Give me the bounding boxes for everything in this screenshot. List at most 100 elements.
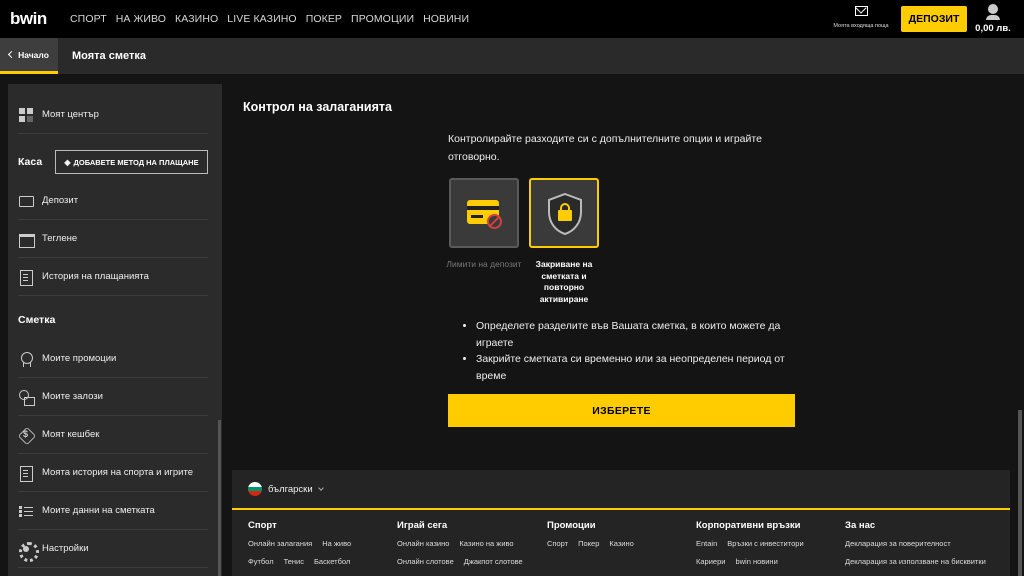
balance-amount: 0,00 лв.	[975, 23, 1011, 34]
sidebar-item-my-center[interactable]: Моят център	[18, 96, 208, 134]
bullet-item: Определете разделите във Вашата сметка, …	[476, 318, 802, 351]
footer-link[interactable]: bwin новини	[735, 557, 777, 566]
bulgaria-flag-icon	[248, 482, 262, 496]
footer-link[interactable]: Джакпот слотове	[464, 557, 523, 566]
sidebar-item-label: Депозит	[42, 195, 79, 206]
info-bullets: Определете разделите във Вашата сметка, …	[462, 318, 802, 384]
sidebar-item-label: Моите данни на сметката	[42, 505, 155, 516]
option-account-closure-label: Закриване на сметката и повторно активир…	[535, 259, 593, 304]
footer-heading: За нас	[845, 520, 876, 531]
footer-link[interactable]: На живо	[322, 539, 351, 548]
sidebar-item-label: История на плащанията	[42, 271, 149, 282]
nav-sport[interactable]: СПОРТ	[70, 13, 107, 25]
page-scrollbar[interactable]	[1018, 410, 1022, 576]
footer-link[interactable]: Онлайн залагания	[248, 539, 312, 548]
inbox-button[interactable]: Моята входяща поща	[832, 4, 890, 29]
card-icon	[18, 193, 34, 209]
footer-link[interactable]: Футбол	[248, 557, 274, 566]
footer-link[interactable]: Декларация за използване на бисквитки	[845, 557, 986, 566]
footer-column-corporate: Корпоративни връзки Entain Връзки с инвес…	[696, 520, 804, 575]
top-navbar: bwin СПОРТ НА ЖИВО КАЗИНО LIVE КАЗИНО ПО…	[0, 0, 1024, 38]
option-deposit-limits-label: Лимити на депозит	[446, 259, 522, 269]
page-title: Моята сметка	[72, 50, 146, 62]
wallet-icon	[18, 231, 35, 248]
footer-column-promotions: Промоции Спорт Покер Казино	[547, 520, 634, 557]
document-icon	[18, 269, 34, 286]
footer-link[interactable]: Спорт	[547, 539, 568, 548]
history-icon	[18, 465, 34, 482]
footer-divider	[232, 508, 1010, 510]
back-label: Начало	[18, 49, 49, 60]
footer-link[interactable]: Покер	[578, 539, 599, 548]
section-title: Контрол на залаганията	[243, 100, 392, 114]
footer-column-about: За нас Декларация за поверителност Декла…	[845, 520, 986, 575]
sidebar-item-label: Моите промоции	[42, 353, 117, 364]
sidebar-item-my-bets[interactable]: Моите залози	[18, 378, 208, 416]
add-payment-label: ДОБАВЕТЕ МЕТОД НА ПЛАЩАНЕ	[73, 157, 199, 167]
account-heading: Сметка	[18, 314, 56, 326]
blocked-icon	[487, 214, 502, 229]
choose-button[interactable]: ИЗБЕРЕТЕ	[448, 394, 795, 427]
sidebar-item-label: Настройки	[42, 543, 89, 554]
nav-news[interactable]: НОВИНИ	[423, 13, 469, 25]
footer-link[interactable]: Баскетбол	[314, 557, 350, 566]
footer-link[interactable]: Казино	[609, 539, 633, 548]
account-sidebar: Моят център Каса ◈ ДОБАВЕТЕ МЕТОД НА ПЛА…	[8, 84, 222, 576]
sidebar-item-label: Моят кешбек	[42, 429, 100, 440]
sidebar-item-history[interactable]: Моята история на спорта и игрите	[18, 454, 208, 492]
back-home-button[interactable]: Начало	[0, 38, 58, 74]
nav-live[interactable]: НА ЖИВО	[116, 13, 166, 25]
footer-heading: Корпоративни връзки	[696, 520, 801, 531]
sidebar-item-label: Теглене	[42, 233, 78, 244]
account-button[interactable]: 0,00 лв.	[972, 4, 1014, 34]
sidebar-item-promotions[interactable]: Моите промоции	[18, 340, 208, 378]
footer-link[interactable]: Entain	[696, 539, 717, 548]
deposit-button[interactable]: ДЕПОЗИТ	[901, 6, 967, 32]
nav-poker[interactable]: ПОКЕР	[306, 13, 342, 25]
cashier-heading: Каса	[18, 156, 43, 168]
option-deposit-limits[interactable]	[449, 178, 519, 248]
bets-icon	[18, 389, 35, 406]
cashback-icon	[18, 427, 34, 443]
list-icon	[18, 503, 34, 519]
sidebar-item-account-details[interactable]: Моите данни на сметката	[18, 492, 208, 530]
sidebar-item-deposit[interactable]: Депозит	[18, 182, 208, 220]
plus-icon: ◈	[64, 157, 71, 167]
footer-link[interactable]: Онлайн казино	[397, 539, 449, 548]
sidebar-scrollbar[interactable]	[218, 420, 221, 576]
bwin-logo[interactable]: bwin	[10, 9, 62, 29]
nav-casino[interactable]: КАЗИНО	[175, 13, 218, 25]
option-account-closure[interactable]	[529, 178, 599, 248]
footer-link[interactable]: Връзки с инвеститори	[727, 539, 803, 548]
bullet-item: Закрийте сметката си временно или за нео…	[476, 351, 802, 384]
footer-heading: Спорт	[248, 520, 277, 531]
sidebar-item-cashback[interactable]: Моят кешбек	[18, 416, 208, 454]
gear-icon	[18, 541, 39, 562]
footer-link[interactable]: Онлайн слотове	[397, 557, 454, 566]
dashboard-icon	[18, 107, 34, 123]
medal-icon	[18, 351, 34, 367]
sidebar-item-withdraw[interactable]: Теглене	[18, 220, 208, 258]
footer-link[interactable]: Декларация за поверителност	[845, 539, 951, 548]
footer-link[interactable]: Казино на живо	[459, 539, 513, 548]
nav-live-casino[interactable]: LIVE КАЗИНО	[227, 13, 296, 25]
nav-promotions[interactable]: ПРОМОЦИИ	[351, 13, 414, 25]
add-payment-method-button[interactable]: ◈ ДОБАВЕТЕ МЕТОД НА ПЛАЩАНЕ	[55, 150, 208, 174]
footer-heading: Играй сега	[397, 520, 448, 531]
user-icon	[972, 4, 1014, 20]
language-selector[interactable]: български	[248, 482, 324, 496]
chevron-down-icon	[317, 484, 324, 491]
footer-heading: Промоции	[547, 520, 596, 531]
footer: български Спорт Онлайн залагания На живо …	[232, 470, 1010, 576]
intro-text: Контролирайте разходите си с допълнителн…	[448, 133, 762, 163]
sidebar-item-label: Моята история на спорта и игрите	[42, 467, 193, 478]
sidebar-item-payment-history[interactable]: История на плащанията	[18, 258, 208, 296]
lock-icon	[558, 203, 572, 221]
footer-link[interactable]: Кариери	[696, 557, 725, 566]
language-label: български	[268, 483, 313, 495]
breadcrumb: Начало Моята сметка	[0, 38, 1024, 74]
inbox-label: Моята входяща поща	[833, 23, 889, 29]
sidebar-item-settings[interactable]: Настройки	[18, 530, 208, 568]
footer-link[interactable]: Тенис	[284, 557, 304, 566]
footer-column-sport: Спорт Онлайн залагания На живо Футбол Тени…	[248, 520, 351, 575]
